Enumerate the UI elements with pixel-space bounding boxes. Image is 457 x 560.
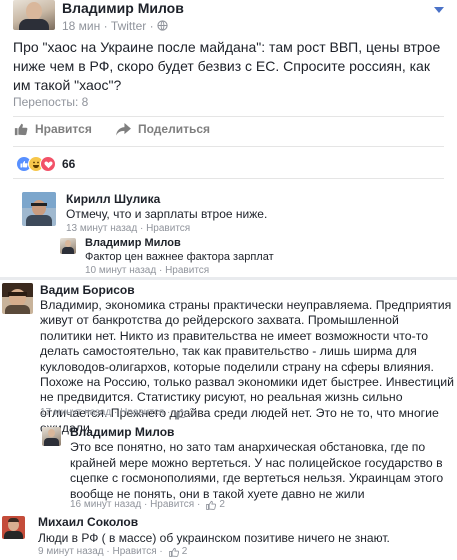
shares-count[interactable]: Перепосты: 8 — [13, 95, 88, 109]
share-arrow-icon — [116, 122, 131, 136]
comment-author[interactable]: Вадим Борисов — [40, 283, 135, 297]
reply-author[interactable]: Владимир Милов — [85, 237, 181, 249]
chevron-down-icon[interactable] — [431, 2, 447, 18]
comment-meta-text[interactable]: 9 минут назад · Нравится · — [38, 546, 163, 557]
comment-text: Отмечу, что и зарплаты втрое ниже. — [66, 207, 268, 221]
avatar[interactable] — [60, 238, 76, 254]
comment-text: Люди в РФ ( в массе) об украинском позит… — [38, 531, 390, 545]
reply-text: Это все понятно, но зато там анархическа… — [70, 440, 444, 501]
post-card: Владимир Милов 18 мин · Twitter · Про "х… — [0, 0, 457, 258]
comment-meta: 13 минут назад · Нравится — [66, 223, 190, 234]
reaction-count: 66 — [62, 157, 76, 171]
like-label: Нравится — [35, 122, 92, 136]
comment-like-count[interactable]: 2 — [182, 546, 188, 557]
reply-meta-text[interactable]: 10 минут назад · Нравится — [85, 265, 209, 276]
reply-meta: 16 минут назад · Нравится · 2 — [70, 499, 225, 510]
reply-author[interactable]: Владимир Милов — [70, 425, 174, 439]
comment-author[interactable]: Михаил Соколов — [38, 515, 138, 529]
separator — [0, 277, 457, 280]
thumbs-up-icon — [176, 408, 187, 418]
reply-like-count[interactable]: 2 — [219, 499, 225, 510]
thumbs-up-icon — [206, 500, 217, 510]
comment-meta: 17 минут назад · Нравится · 2 — [40, 407, 195, 418]
divider — [13, 178, 444, 179]
like-button[interactable]: Нравится — [14, 122, 92, 136]
reply-meta-text[interactable]: 16 минут назад · Нравится · — [70, 499, 200, 510]
reactions-summary[interactable]: 66 — [16, 156, 75, 172]
avatar[interactable] — [2, 283, 33, 314]
avatar[interactable] — [22, 192, 56, 226]
reply-meta: 10 минут назад · Нравится — [85, 265, 209, 276]
share-label: Поделиться — [138, 122, 211, 136]
thumbs-up-icon — [168, 547, 179, 557]
post-meta: 18 мин · Twitter · — [62, 19, 168, 33]
post-text: Про "хаос на Украине после майдана": там… — [13, 39, 441, 93]
avatar[interactable] — [2, 516, 25, 539]
love-reaction-icon — [40, 156, 56, 172]
comment-meta: 9 минут назад · Нравится · 2 — [38, 546, 187, 557]
comment-meta-text[interactable]: 13 минут назад · Нравится — [66, 223, 190, 234]
comment-like-count[interactable]: 2 — [189, 407, 195, 418]
avatar[interactable] — [42, 427, 61, 446]
divider — [13, 146, 444, 147]
thumbs-up-icon — [14, 123, 28, 136]
divider — [13, 116, 444, 117]
post-meta-text: 18 мин · Twitter · — [62, 19, 157, 33]
comment-author[interactable]: Кирилл Шулика — [66, 192, 160, 206]
comment-meta-text[interactable]: 17 минут назад · Нравится · — [40, 407, 170, 418]
reply-text: Фактор цен важнее фактора зарплат — [85, 251, 274, 263]
globe-icon — [157, 20, 168, 31]
post-author[interactable]: Владимир Милов — [62, 0, 184, 16]
avatar[interactable] — [13, 0, 55, 30]
share-button[interactable]: Поделиться — [116, 122, 210, 136]
